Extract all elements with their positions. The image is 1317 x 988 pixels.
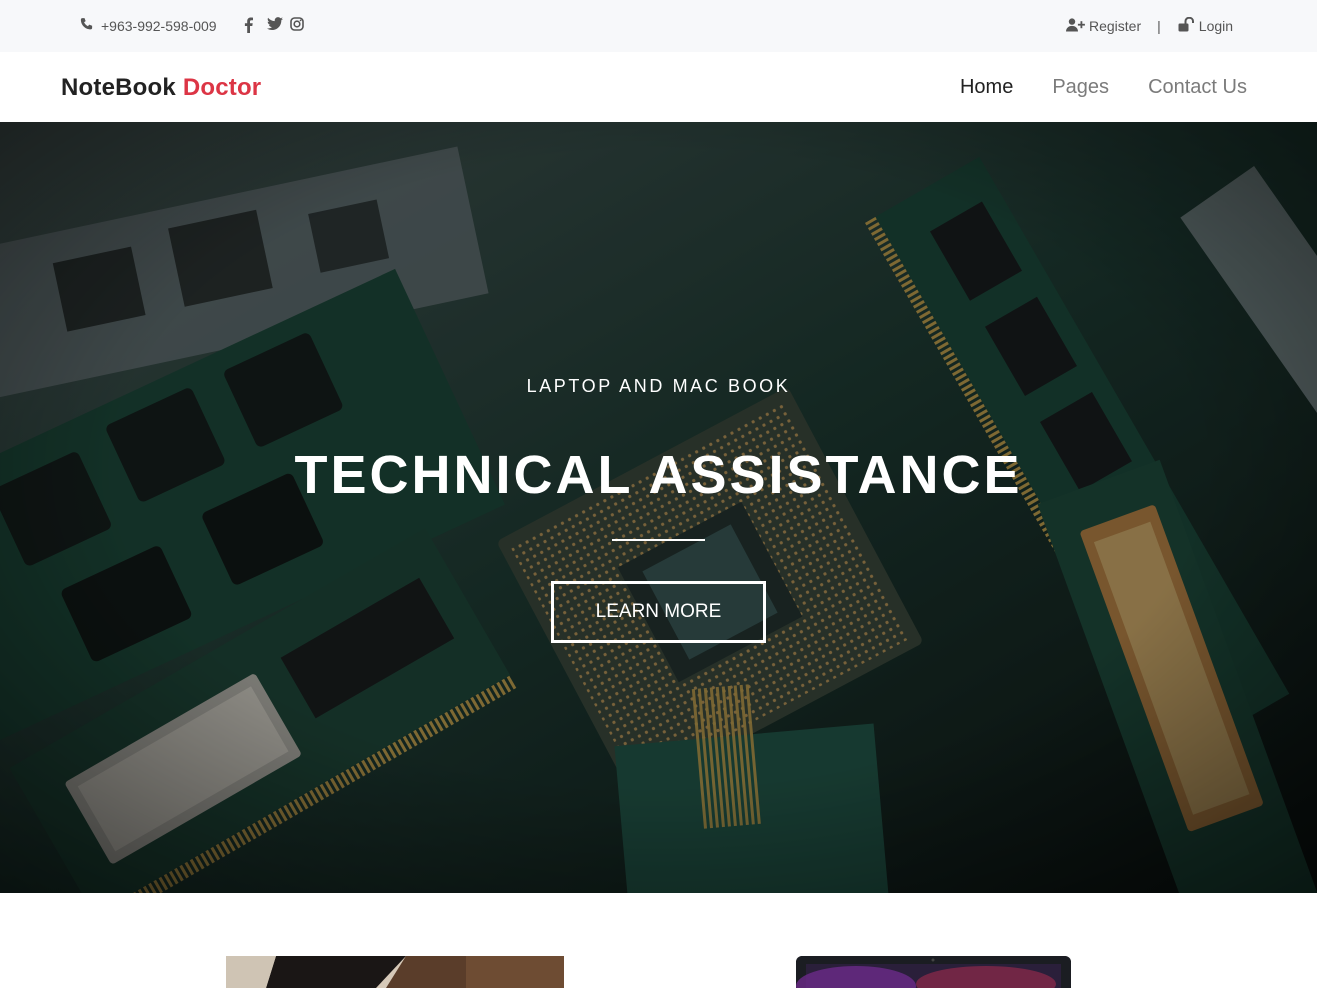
phone-contact: +963-992-598-009 (79, 17, 217, 35)
hero-banner: LAPTOP AND MAC BOOK TECHNICAL ASSISTANCE… (0, 122, 1317, 893)
nav-item-contact-us[interactable]: Contact Us (1148, 76, 1247, 99)
phone-number: +963-992-598-009 (101, 18, 217, 34)
hero-eyebrow: LAPTOP AND MAC BOOK (526, 376, 791, 396)
auth-links: Register | Login (1066, 16, 1234, 35)
nav-item-home[interactable]: Home (960, 76, 1013, 99)
twitter-icon[interactable] (267, 17, 283, 33)
brand-name-part2: Doctor (182, 74, 262, 101)
hero-divider (612, 539, 705, 541)
instagram-icon[interactable] (290, 17, 304, 33)
hero-title: TECHNICAL ASSISTANCE (294, 445, 1023, 505)
services-section (0, 893, 1317, 988)
auth-separator: | (1157, 18, 1161, 34)
phone-icon (79, 17, 94, 35)
learn-more-button[interactable]: LEARN MORE (551, 581, 766, 643)
nav-item-pages[interactable]: Pages (1052, 76, 1109, 99)
main-navbar: NoteBook Doctor Home Pages Contact Us (0, 52, 1317, 122)
register-label: Register (1089, 18, 1142, 34)
hero-overlay (0, 122, 1317, 893)
login-label: Login (1198, 18, 1234, 34)
user-plus-icon (1066, 17, 1085, 35)
login-link[interactable]: Login (1178, 16, 1234, 35)
unlock-icon (1178, 16, 1195, 35)
top-info-bar: +963-992-598-009 Register | Login (0, 0, 1317, 52)
register-link[interactable]: Register (1066, 17, 1142, 35)
facebook-icon[interactable] (244, 17, 257, 33)
nav-menu: Home Pages Contact Us (960, 76, 1247, 99)
social-links (244, 17, 304, 33)
brand-name-part1: NoteBook (61, 74, 176, 101)
brand-logo[interactable]: NoteBook Doctor (61, 74, 261, 102)
service-image-left (226, 956, 564, 988)
service-image-right (796, 956, 1071, 988)
